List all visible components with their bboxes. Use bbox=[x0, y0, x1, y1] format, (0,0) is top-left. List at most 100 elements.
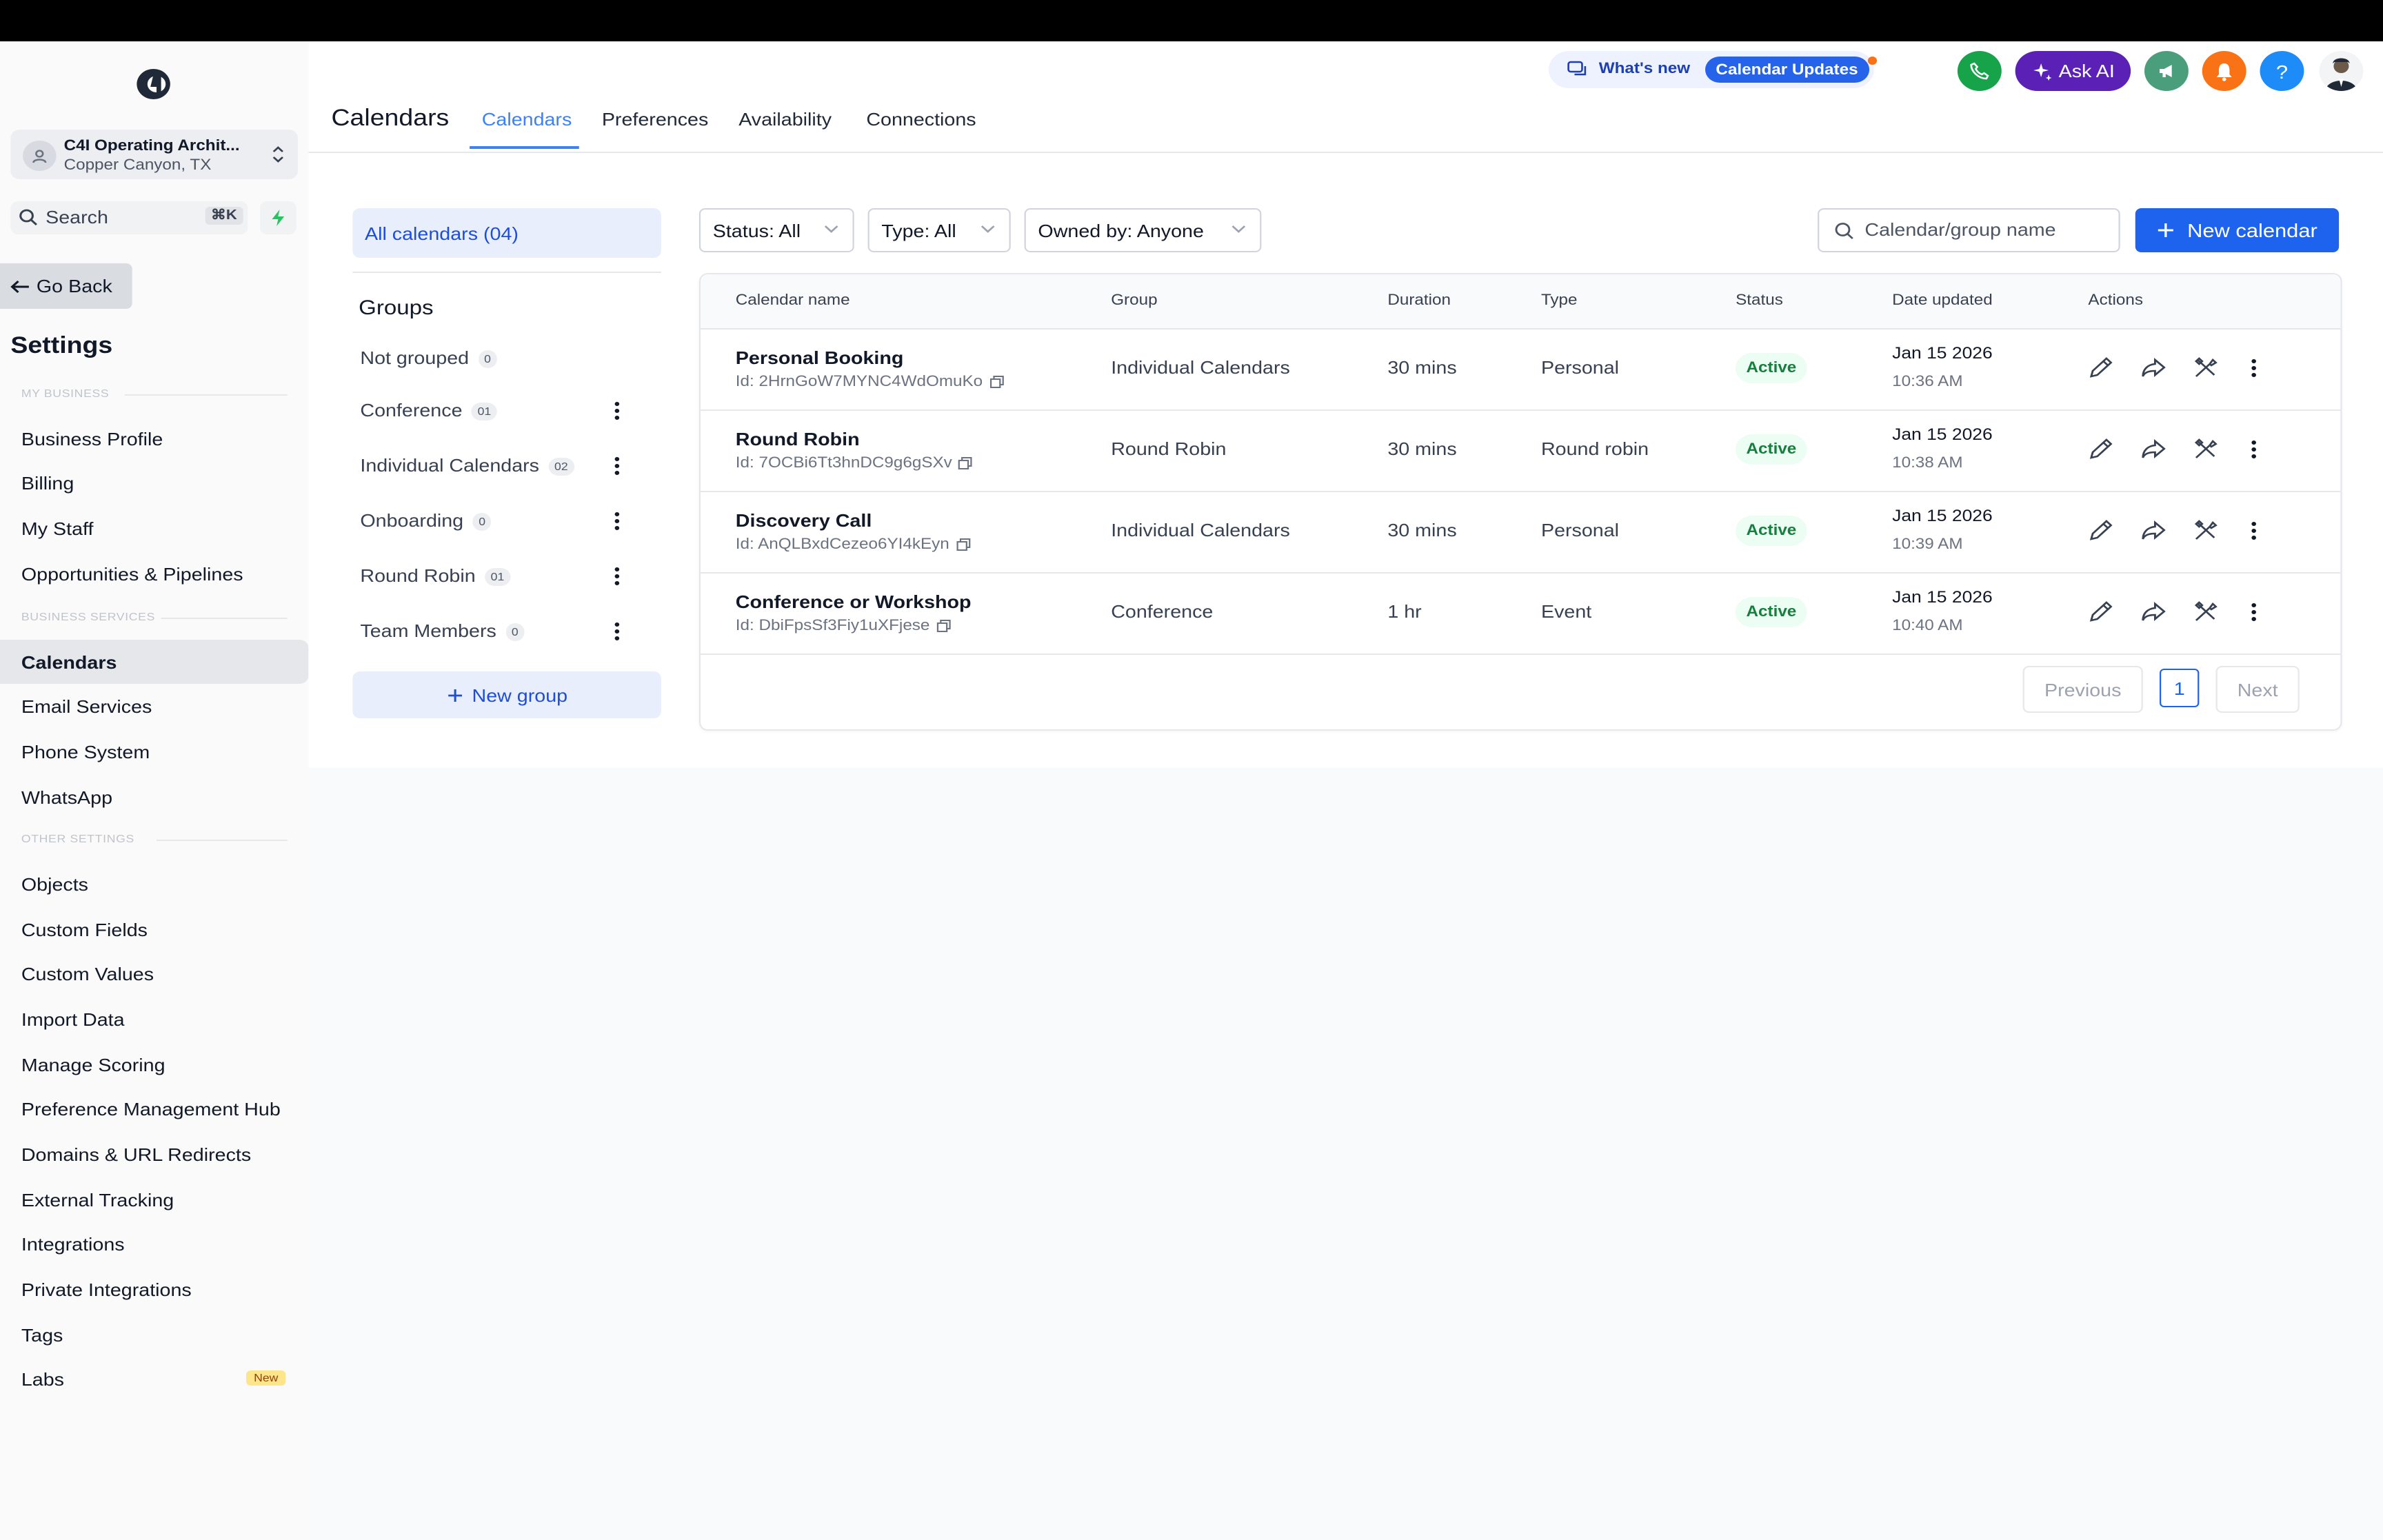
go-back-button[interactable]: Go Back bbox=[0, 263, 132, 309]
ask-ai-button[interactable]: Ask AI bbox=[2015, 51, 2131, 91]
sidebar-item-objects[interactable]: Objects bbox=[0, 862, 308, 906]
announcements-button[interactable] bbox=[2144, 51, 2189, 91]
notifications-button[interactable] bbox=[2202, 51, 2246, 91]
group-name: Onboarding bbox=[360, 510, 464, 531]
phone-button[interactable] bbox=[1957, 51, 2002, 91]
new-calendar-button[interactable]: New calendar bbox=[2135, 208, 2340, 252]
pencil-icon[interactable] bbox=[2087, 600, 2114, 625]
calendar-group: Individual Calendars bbox=[1111, 357, 1290, 378]
sidebar-item-integrations[interactable]: Integrations bbox=[0, 1222, 308, 1266]
group-item-conference[interactable]: Conference 01 bbox=[360, 400, 498, 421]
share-icon[interactable] bbox=[2140, 518, 2167, 543]
c4-logo-icon[interactable] bbox=[134, 66, 173, 102]
calendar-name[interactable]: Round Robin bbox=[736, 429, 860, 449]
calendar-type: Round robin bbox=[1540, 438, 1649, 459]
group-count: 01 bbox=[471, 403, 498, 421]
share-icon[interactable] bbox=[2140, 356, 2167, 381]
kebab-icon[interactable] bbox=[614, 567, 620, 586]
kebab-icon[interactable] bbox=[614, 401, 620, 421]
copy-icon[interactable] bbox=[936, 619, 951, 633]
tab-calendars[interactable]: Calendars bbox=[482, 109, 572, 130]
help-icon[interactable]: ? bbox=[2260, 51, 2304, 91]
tools-icon[interactable] bbox=[2191, 518, 2219, 543]
sidebar-item-whatsapp[interactable]: WhatsApp bbox=[0, 775, 308, 819]
sidebar-item-tags[interactable]: Tags bbox=[0, 1313, 308, 1357]
tools-icon[interactable] bbox=[2191, 437, 2219, 462]
bell-icon bbox=[2216, 63, 2232, 81]
calendar-name[interactable]: Conference or Workshop bbox=[736, 591, 972, 612]
all-calendars-filter[interactable]: All calendars (04) bbox=[352, 208, 661, 258]
sidebar-item-domains[interactable]: Domains & URL Redirects bbox=[0, 1132, 308, 1176]
whats-new-banner[interactable]: What's new Calendar Updates bbox=[1548, 51, 1878, 88]
sidebar-item-phone-system[interactable]: Phone System bbox=[0, 729, 308, 773]
quick-action-button[interactable] bbox=[259, 201, 296, 234]
kebab-icon[interactable] bbox=[2251, 440, 2257, 459]
copy-icon[interactable] bbox=[956, 538, 971, 551]
sidebar-item-external-tracking[interactable]: External Tracking bbox=[0, 1177, 308, 1222]
previous-page-button[interactable]: Previous bbox=[2022, 666, 2143, 713]
group-name: Conference bbox=[360, 400, 463, 421]
group-item-round-robin[interactable]: Round Robin 01 bbox=[360, 565, 511, 587]
search-label: Search bbox=[46, 207, 108, 227]
sidebar-item-business-profile[interactable]: Business Profile bbox=[0, 416, 308, 460]
groups-divider bbox=[352, 272, 661, 273]
calendar-search[interactable] bbox=[1818, 208, 2120, 252]
share-icon[interactable] bbox=[2140, 600, 2167, 625]
column-header[interactable]: Date updated bbox=[1892, 292, 1993, 309]
kebab-icon[interactable] bbox=[2251, 358, 2257, 378]
calendar-name[interactable]: Discovery Call bbox=[736, 510, 872, 531]
kebab-icon[interactable] bbox=[614, 622, 620, 641]
sidebar-item-preference-hub[interactable]: Preference Management Hub bbox=[0, 1086, 308, 1131]
calendar-name[interactable]: Personal Booking bbox=[736, 347, 904, 368]
copy-icon[interactable] bbox=[958, 456, 974, 470]
sidebar-item-manage-scoring[interactable]: Manage Scoring bbox=[0, 1042, 308, 1086]
calendar-search-input[interactable] bbox=[1862, 218, 2111, 241]
next-page-button[interactable]: Next bbox=[2215, 666, 2300, 713]
sidebar-item-my-staff[interactable]: My Staff bbox=[0, 506, 308, 550]
avatar[interactable] bbox=[2319, 51, 2364, 91]
pencil-icon[interactable] bbox=[2087, 518, 2114, 543]
page-number-button[interactable]: 1 bbox=[2160, 669, 2200, 707]
column-header[interactable]: Type bbox=[1541, 292, 1578, 309]
sidebar-item-custom-fields[interactable]: Custom Fields bbox=[0, 907, 308, 951]
tools-icon[interactable] bbox=[2191, 600, 2219, 625]
column-header[interactable]: Calendar name bbox=[736, 292, 850, 309]
column-header[interactable]: Status bbox=[1736, 292, 1783, 309]
kebab-icon[interactable] bbox=[614, 511, 620, 531]
group-item-team-members[interactable]: Team Members 0 bbox=[360, 620, 525, 642]
copy-icon[interactable] bbox=[989, 375, 1004, 389]
calendar-updates-pill[interactable]: Calendar Updates bbox=[1705, 57, 1869, 83]
table-row[interactable]: Discovery Call Id: AnQLBxdCezeo6YI4kEyn … bbox=[701, 491, 2341, 574]
sidebar-search[interactable]: Search ⌘K bbox=[10, 201, 248, 234]
sidebar-item-calendars[interactable]: Calendars bbox=[0, 640, 309, 684]
sidebar-item-custom-values[interactable]: Custom Values bbox=[0, 951, 308, 995]
table-row[interactable]: Conference or Workshop Id: DbiFpsSf3Fiy1… bbox=[701, 572, 2341, 655]
group-item-onboarding[interactable]: Onboarding 0 bbox=[360, 510, 492, 531]
table-row[interactable]: Personal Booking Id: 2HrnGoW7MYNC4WdOmuK… bbox=[701, 328, 2341, 411]
kebab-icon[interactable] bbox=[614, 456, 620, 476]
tools-icon[interactable] bbox=[2191, 356, 2219, 381]
tab-preferences[interactable]: Preferences bbox=[602, 109, 708, 130]
tab-connections[interactable]: Connections bbox=[866, 109, 976, 130]
kebab-icon[interactable] bbox=[2251, 602, 2257, 622]
status-filter[interactable]: Status: All bbox=[698, 208, 854, 252]
new-group-button[interactable]: New group bbox=[352, 671, 661, 718]
sidebar-item-billing[interactable]: Billing bbox=[0, 460, 308, 505]
pencil-icon[interactable] bbox=[2087, 437, 2114, 462]
sidebar-item-opportunities[interactable]: Opportunities & Pipelines bbox=[0, 551, 308, 596]
sidebar-item-email-services[interactable]: Email Services bbox=[0, 684, 308, 728]
column-header[interactable]: Duration bbox=[1387, 292, 1451, 309]
kebab-icon[interactable] bbox=[2251, 521, 2257, 540]
share-icon[interactable] bbox=[2140, 437, 2167, 462]
column-header[interactable]: Group bbox=[1111, 292, 1157, 309]
sidebar-item-private-integrations[interactable]: Private Integrations bbox=[0, 1267, 308, 1311]
account-switcher[interactable]: C4I Operating Archit... Copper Canyon, T… bbox=[10, 130, 299, 179]
tab-availability[interactable]: Availability bbox=[738, 109, 832, 130]
group-item-individual-calendars[interactable]: Individual Calendars 02 bbox=[360, 455, 574, 476]
type-filter[interactable]: Type: All bbox=[867, 208, 1011, 252]
table-row[interactable]: Round Robin Id: 7OCBi6Tt3hnDC9g6gSXv Rou… bbox=[701, 409, 2341, 492]
sidebar-item-import-data[interactable]: Import Data bbox=[0, 997, 308, 1041]
owner-filter[interactable]: Owned by: Anyone bbox=[1024, 208, 1262, 252]
group-item-not-grouped[interactable]: Not grouped 0 bbox=[360, 347, 497, 369]
pencil-icon[interactable] bbox=[2087, 356, 2114, 381]
